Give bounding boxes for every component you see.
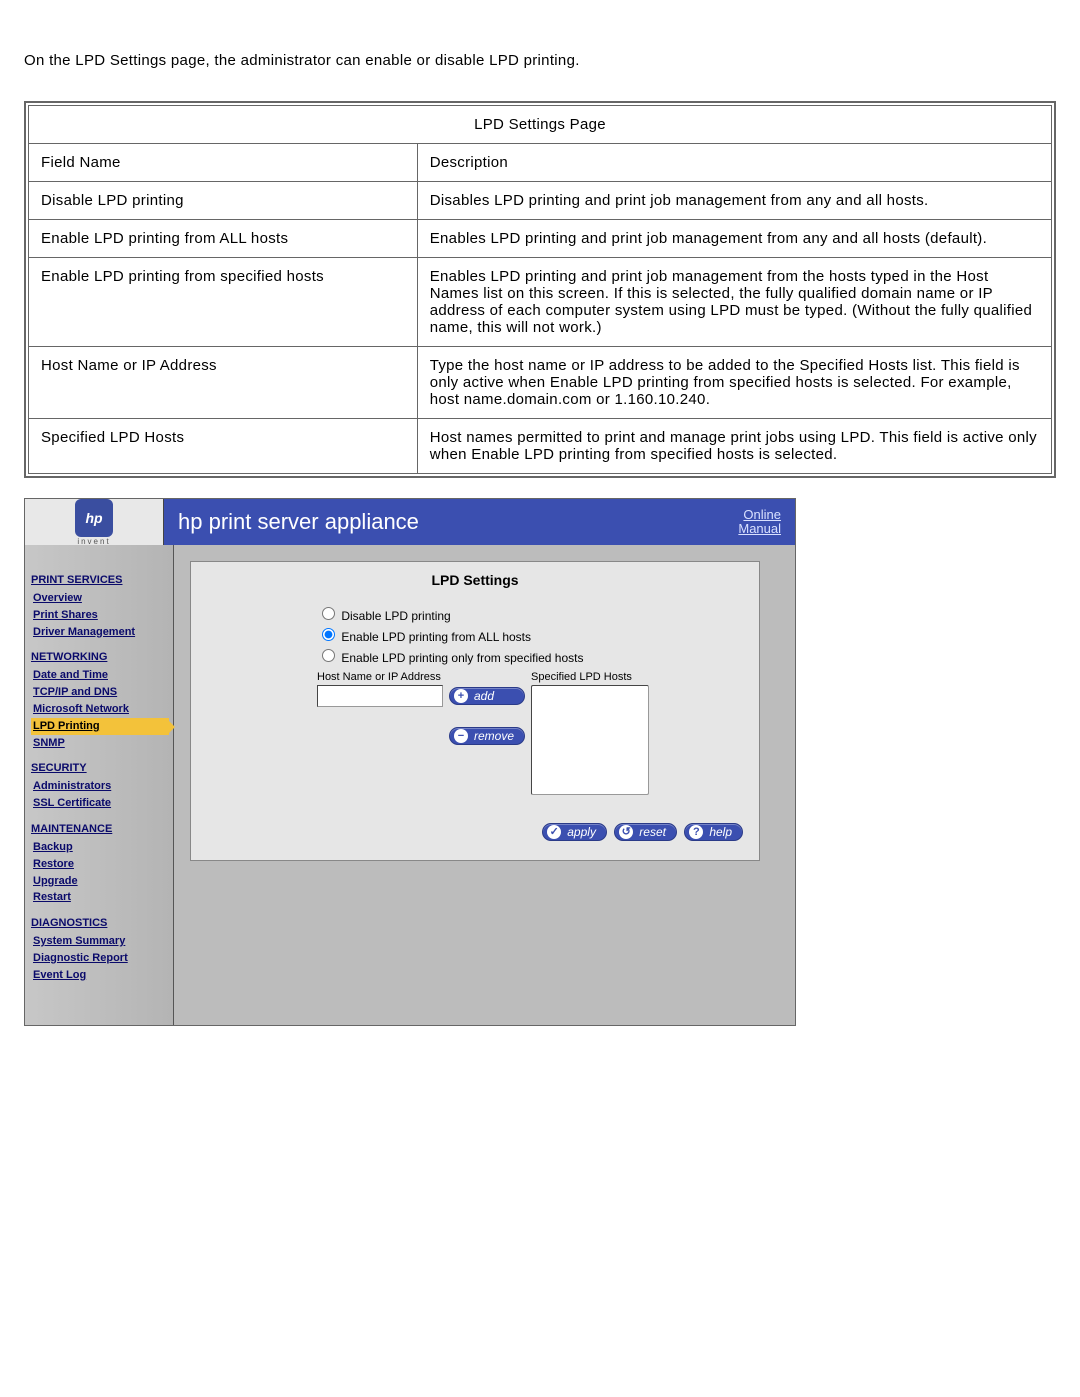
help-button-label: help xyxy=(709,825,732,839)
sidebar-item-driver-management[interactable]: Driver Management xyxy=(31,624,169,641)
radio-enable-all[interactable]: Enable LPD printing from ALL hosts xyxy=(317,625,743,644)
undo-icon: ↺ xyxy=(619,825,633,839)
remove-button[interactable]: − remove xyxy=(449,727,525,745)
table-row: Disables LPD printing and print job mana… xyxy=(417,182,1051,220)
sidebar-item-administrators[interactable]: Administrators xyxy=(31,778,169,795)
table-row: Type the host name or IP address to be a… xyxy=(417,347,1051,419)
table-row: Host Name or IP Address xyxy=(29,347,418,419)
reset-button-label: reset xyxy=(639,825,666,839)
sidebar-item-diagnostic-report[interactable]: Diagnostic Report xyxy=(31,950,169,967)
add-button-label: add xyxy=(474,689,494,703)
table-title: LPD Settings Page xyxy=(29,106,1052,144)
add-button[interactable]: + add xyxy=(449,687,525,705)
radio-disable-lpd[interactable]: Disable LPD printing xyxy=(317,604,743,623)
check-icon: ✓ xyxy=(547,825,561,839)
sidebar-item-print-shares[interactable]: Print Shares xyxy=(31,607,169,624)
specified-hosts-list[interactable] xyxy=(531,685,649,795)
radio-disable-lpd-label: Disable LPD printing xyxy=(341,609,450,623)
header-field: Field Name xyxy=(29,144,418,182)
table-row: Disable LPD printing xyxy=(29,182,418,220)
intro-text: On the LPD Settings page, the administra… xyxy=(24,52,1056,69)
host-input[interactable] xyxy=(317,685,443,707)
sidebar-item-upgrade[interactable]: Upgrade xyxy=(31,873,169,890)
table-row: Enables LPD printing and print job manag… xyxy=(417,220,1051,258)
header-desc: Description xyxy=(417,144,1051,182)
lpd-mode-radios: Disable LPD printing Enable LPD printing… xyxy=(317,604,743,665)
settings-table: LPD Settings Page Field Name Description… xyxy=(28,105,1052,474)
lpd-settings-panel: LPD Settings Disable LPD printing Enable… xyxy=(190,561,760,861)
table-row: Host names permitted to print and manage… xyxy=(417,419,1051,474)
action-buttons: ✓ apply ↺ reset ? help xyxy=(207,823,743,841)
online-manual-link[interactable]: Online Manual xyxy=(738,508,781,537)
app-banner: hp print server appliance Online Manual xyxy=(164,499,795,545)
sidebar-item-event-log[interactable]: Event Log xyxy=(31,967,169,984)
sidebar-item-system-summary[interactable]: System Summary xyxy=(31,933,169,950)
sidebar-item-snmp[interactable]: SNMP xyxy=(31,735,169,752)
minus-icon: − xyxy=(454,729,468,743)
sidebar-item-ms-network[interactable]: Microsoft Network xyxy=(31,701,169,718)
panel-title: LPD Settings xyxy=(207,572,743,588)
apply-button[interactable]: ✓ apply xyxy=(542,823,607,841)
radio-disable-lpd-input[interactable] xyxy=(322,607,335,620)
sidebar-item-tcpip-dns[interactable]: TCP/IP and DNS xyxy=(31,684,169,701)
sidebar-section: MAINTENANCE xyxy=(31,822,169,837)
sidebar-item-ssl-certificate[interactable]: SSL Certificate xyxy=(31,795,169,812)
table-row: Enable LPD printing from ALL hosts xyxy=(29,220,418,258)
table-row: Enables LPD printing and print job manag… xyxy=(417,258,1051,347)
sidebar-item-lpd-printing[interactable]: LPD Printing xyxy=(31,718,169,735)
radio-enable-all-input[interactable] xyxy=(322,628,335,641)
sidebar-item-restore[interactable]: Restore xyxy=(31,856,169,873)
sidebar-item-restart[interactable]: Restart xyxy=(31,889,169,906)
radio-enable-all-label: Enable LPD printing from ALL hosts xyxy=(341,630,531,644)
radio-enable-specified-input[interactable] xyxy=(322,649,335,662)
sidebar-section: NETWORKING xyxy=(31,650,169,665)
sidebar-section: DIAGNOSTICS xyxy=(31,916,169,931)
hp-logo-cell: hp invent xyxy=(25,499,164,545)
reset-button[interactable]: ↺ reset xyxy=(614,823,677,841)
sidebar-section: SECURITY xyxy=(31,761,169,776)
question-icon: ? xyxy=(689,825,703,839)
main-area: LPD Settings Disable LPD printing Enable… xyxy=(174,545,795,1025)
sidebar-section: PRINT SERVICES xyxy=(31,573,169,588)
remove-button-label: remove xyxy=(474,729,514,743)
sidebar: PRINT SERVICES Overview Print Shares Dri… xyxy=(25,545,174,1025)
app-screenshot: hp invent hp print server appliance Onli… xyxy=(24,498,796,1026)
table-row: Enable LPD printing from specified hosts xyxy=(29,258,418,347)
app-title: hp print server appliance xyxy=(178,509,419,535)
host-input-label: Host Name or IP Address xyxy=(317,671,443,683)
specified-hosts-label: Specified LPD Hosts xyxy=(531,671,649,683)
settings-table-wrapper: LPD Settings Page Field Name Description… xyxy=(24,101,1056,478)
radio-enable-specified-label: Enable LPD printing only from specified … xyxy=(341,651,583,665)
apply-button-label: apply xyxy=(567,825,596,839)
plus-icon: + xyxy=(454,689,468,703)
sidebar-item-date-time[interactable]: Date and Time xyxy=(31,667,169,684)
help-button[interactable]: ? help xyxy=(684,823,743,841)
hp-logo-icon: hp xyxy=(75,499,113,537)
radio-enable-specified[interactable]: Enable LPD printing only from specified … xyxy=(317,646,743,665)
sidebar-item-overview[interactable]: Overview xyxy=(31,590,169,607)
sidebar-item-backup[interactable]: Backup xyxy=(31,839,169,856)
table-row: Specified LPD Hosts xyxy=(29,419,418,474)
